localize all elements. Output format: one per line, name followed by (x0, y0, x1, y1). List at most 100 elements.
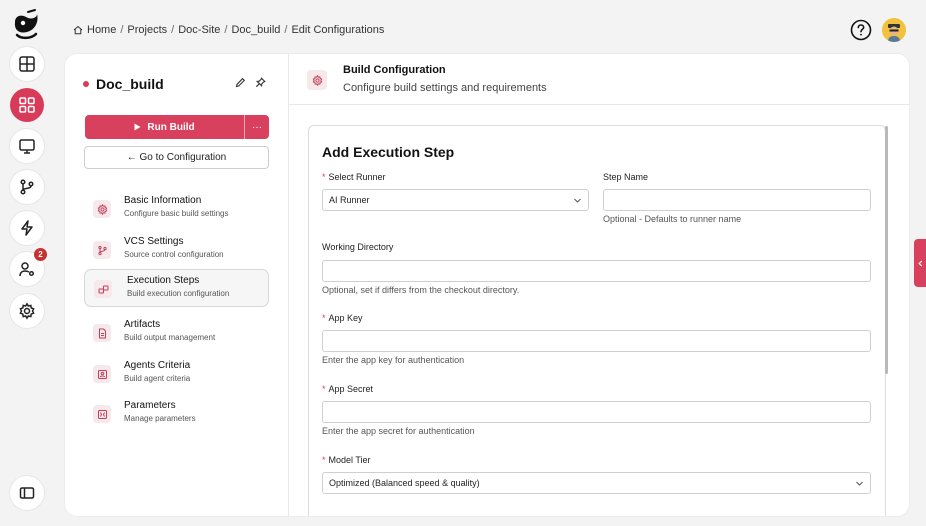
chevron-left-icon (917, 260, 922, 266)
form-title: Add Execution Step (322, 144, 455, 160)
nav-item-subtitle: Configure basic build settings (124, 209, 229, 218)
nav-item-title: Execution Steps (127, 275, 200, 286)
parameters-icon (93, 405, 111, 423)
avatar[interactable] (882, 18, 906, 42)
nav-item-subtitle: Build execution configuration (127, 289, 230, 298)
required-mark: * (322, 172, 326, 182)
step-name-label: Step Name (603, 172, 649, 182)
app-secret-label-text: App Secret (328, 384, 374, 394)
nav-item-subtitle: Manage parameters (124, 414, 196, 423)
breadcrumb-separator: / (224, 24, 228, 36)
nav-item-basic-information[interactable]: Basic Information Configure basic build … (84, 190, 269, 228)
execution-step-form (308, 125, 886, 516)
section-subtitle: Configure build settings and requirement… (343, 82, 547, 94)
breadcrumb-separator: / (171, 24, 175, 36)
required-mark: * (322, 455, 326, 465)
chevron-down-icon (574, 198, 581, 203)
user-settings-icon (19, 262, 35, 277)
run-more-button[interactable]: ··· (244, 115, 269, 139)
breadcrumb: Home / Projects / Doc-Site / Doc_build /… (73, 24, 384, 36)
steps-icon (94, 280, 112, 298)
dashboard-icon (19, 56, 35, 72)
breadcrumb-projects[interactable]: Projects (127, 24, 167, 36)
play-icon (134, 123, 141, 131)
gear-icon (93, 200, 111, 218)
app-key-label-text: App Key (328, 313, 363, 323)
runner-select[interactable]: AI Runner (322, 189, 589, 211)
user-settings-button[interactable]: 2 (10, 248, 47, 286)
lightning-button[interactable] (10, 211, 44, 245)
breadcrumb-doc-build[interactable]: Doc_build (231, 24, 280, 36)
run-build-group: Run Build ··· (85, 115, 269, 139)
working-directory-input[interactable] (322, 260, 871, 282)
monitor-icon (19, 139, 35, 154)
app-secret-label: * App Secret (322, 384, 373, 394)
nav-item-artifacts[interactable]: Artifacts Build output management (84, 314, 269, 352)
nav-item-parameters[interactable]: Parameters Manage parameters (84, 395, 269, 433)
chevron-down-icon (856, 481, 863, 486)
project-title: Doc_build (83, 76, 164, 92)
nav-item-title: VCS Settings (124, 236, 184, 247)
apps-grid-button[interactable] (10, 88, 44, 122)
nav-item-vcs-settings[interactable]: VCS Settings Source control configuratio… (84, 231, 269, 269)
nav-item-subtitle: Source control configuration (124, 250, 224, 259)
main-card: Doc_build Run Build ··· ← Go to Configur… (65, 54, 909, 516)
dashboard-button[interactable] (10, 47, 44, 81)
nav-item-subtitle: Build output management (124, 333, 216, 342)
run-build-label: Run Build (147, 121, 195, 133)
side-panel-toggle[interactable] (914, 239, 926, 287)
breadcrumb-home[interactable]: Home (87, 24, 116, 36)
breadcrumb-separator: / (120, 24, 124, 36)
left-rail: 2 (0, 0, 52, 526)
project-name: Doc_build (96, 76, 164, 92)
nav-item-agents-criteria[interactable]: Agents Criteria Build agent criteria (84, 355, 269, 393)
apps-grid-icon (19, 97, 35, 113)
runner-select-value: AI Runner (329, 195, 370, 205)
pin-icon[interactable] (255, 77, 266, 88)
sidebar-toggle-icon (19, 487, 35, 499)
branch-icon (20, 179, 34, 195)
settings-button[interactable] (10, 294, 44, 328)
document-icon (93, 324, 111, 342)
model-tier-label: * Model Tier (322, 455, 371, 465)
step-name-input[interactable] (603, 189, 871, 211)
app-key-label: * App Key (322, 313, 363, 323)
nav-item-title: Artifacts (124, 319, 161, 330)
home-icon (73, 25, 83, 35)
edit-icon[interactable] (235, 77, 246, 88)
model-tier-select[interactable]: Optimized (Balanced speed & quality) (322, 472, 871, 494)
help-icon[interactable] (850, 19, 872, 41)
run-build-button[interactable]: Run Build (85, 115, 244, 139)
nav-item-execution-steps[interactable]: Execution Steps Build execution configur… (84, 269, 269, 307)
nav-item-title: Parameters (124, 400, 176, 411)
go-to-configuration-button[interactable]: ← Go to Configuration (84, 146, 269, 169)
logo-icon[interactable] (11, 8, 41, 42)
branch-button[interactable] (10, 170, 44, 204)
breadcrumb-current: Edit Configurations (291, 24, 385, 36)
step-name-hint: Optional - Defaults to runner name (603, 214, 742, 224)
app-key-hint: Enter the app key for authentication (322, 355, 465, 365)
form-scrollbar[interactable] (885, 126, 888, 374)
sidebar-toggle-button[interactable] (10, 476, 44, 510)
lightning-icon (21, 220, 33, 236)
breadcrumb-separator: / (284, 24, 288, 36)
breadcrumb-doc-site[interactable]: Doc-Site (178, 24, 220, 36)
notification-badge: 2 (34, 248, 47, 261)
gear-icon (307, 70, 327, 90)
nav-item-title: Basic Information (124, 195, 202, 206)
avatar-icon (882, 18, 906, 42)
runner-label: * Select Runner (322, 172, 386, 182)
working-directory-hint: Optional, set if differs from the checko… (322, 285, 520, 295)
app-secret-hint: Enter the app secret for authentication (322, 426, 475, 436)
agent-icon (93, 365, 111, 383)
status-dot (83, 81, 89, 87)
gear-icon (19, 302, 35, 320)
monitor-button[interactable] (10, 129, 44, 163)
section-header: Build Configuration Configure build sett… (289, 54, 909, 105)
nav-item-subtitle: Build agent criteria (124, 374, 191, 383)
working-directory-label: Working Directory (322, 242, 394, 252)
app-secret-input[interactable] (322, 401, 871, 423)
app-key-input[interactable] (322, 330, 871, 352)
branch-icon (93, 241, 111, 259)
required-mark: * (322, 384, 326, 394)
